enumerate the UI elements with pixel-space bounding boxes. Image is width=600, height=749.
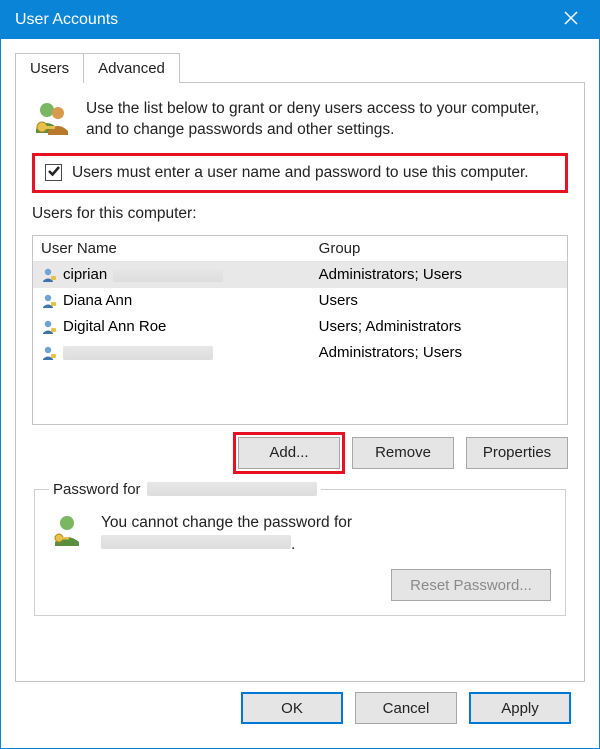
password-message: You cannot change the password for . [101,512,352,555]
redacted-username-body [101,535,291,549]
user-list[interactable]: User Name Group ciprian Administrators; U… [32,235,568,425]
col-header-username[interactable]: User Name [33,236,311,262]
cancel-button-label: Cancel [383,700,430,717]
reset-password-button: Reset Password... [391,569,551,601]
tab-users[interactable]: Users [15,53,84,83]
userlist-caption: Users for this computer: [32,205,568,223]
window-title: User Accounts [15,11,549,29]
client-area: Users Advanced Use the list below to gra… [1,39,599,748]
table-row[interactable]: Digital Ann Roe Users; Administrators [33,314,567,340]
redacted-username-legend [147,482,317,496]
tabpanel-users: Use the list below to grant or deny user… [15,82,585,682]
remove-button[interactable]: Remove [352,437,454,469]
password-message-suffix: . [291,536,295,553]
ok-button[interactable]: OK [241,692,343,724]
apply-button[interactable]: Apply [469,692,571,724]
password-groupbox: Password for You cannot change the passw [34,481,566,616]
cell-username: Diana Ann [33,290,311,311]
reset-password-label: Reset Password... [410,577,532,594]
password-legend: Password for [49,481,321,498]
apply-button-label: Apply [501,700,539,717]
window-frame: User Accounts Users Advanced [0,0,600,749]
checkbox-label: Users must enter a user name and passwor… [72,164,529,182]
add-button[interactable]: Add... [238,437,340,469]
checkbox-require-password[interactable] [45,164,62,181]
cell-username [33,343,311,363]
user-buttons-row: Add... Remove Properties [32,437,568,469]
close-button[interactable] [549,1,593,39]
user-icon [41,319,57,335]
table-row[interactable]: Diana Ann Users [33,288,567,314]
redacted-text [113,268,223,282]
cell-group: Users [311,290,567,311]
cell-username: ciprian [33,264,311,285]
cell-username: Digital Ann Roe [33,316,311,337]
dialog-footer: OK Cancel Apply [15,682,585,738]
add-button-label: Add... [269,444,308,461]
properties-button[interactable]: Properties [466,437,568,469]
tab-advanced-label: Advanced [98,60,165,77]
intro-block: Use the list below to grant or deny user… [32,99,568,141]
redacted-text [63,346,213,360]
titlebar[interactable]: User Accounts [1,1,599,39]
close-icon [564,11,578,30]
cancel-button[interactable]: Cancel [355,692,457,724]
table-row[interactable]: ciprian Administrators; Users [33,262,567,288]
checkbox-row[interactable]: Users must enter a user name and passwor… [45,164,555,182]
username-text: Diana Ann [63,292,132,309]
checkmark-icon [48,164,60,182]
username-text: ciprian [63,266,107,283]
cell-group: Administrators; Users [311,264,567,285]
cell-group: Administrators; Users [311,342,567,363]
username-text: Digital Ann Roe [63,318,166,335]
ok-button-label: OK [281,700,303,717]
tab-users-label: Users [30,60,69,77]
intro-text: Use the list below to grant or deny user… [86,99,568,141]
cell-group: Users; Administrators [311,316,567,337]
user-icon [41,267,57,283]
remove-button-label: Remove [375,444,431,461]
properties-button-label: Properties [483,444,551,461]
tabstrip: Users Advanced [15,53,585,83]
user-icon [41,345,57,361]
tab-advanced[interactable]: Advanced [83,53,180,83]
col-header-group[interactable]: Group [311,236,567,262]
password-message-prefix: You cannot change the password for [101,514,352,531]
users-keys-icon [32,99,72,139]
password-legend-prefix: Password for [53,481,141,498]
highlight-box-checkbox: Users must enter a user name and passwor… [32,153,568,193]
user-list-header[interactable]: User Name Group [33,236,567,262]
user-key-icon [49,512,85,548]
table-row[interactable]: Administrators; Users [33,340,567,366]
user-icon [41,293,57,309]
